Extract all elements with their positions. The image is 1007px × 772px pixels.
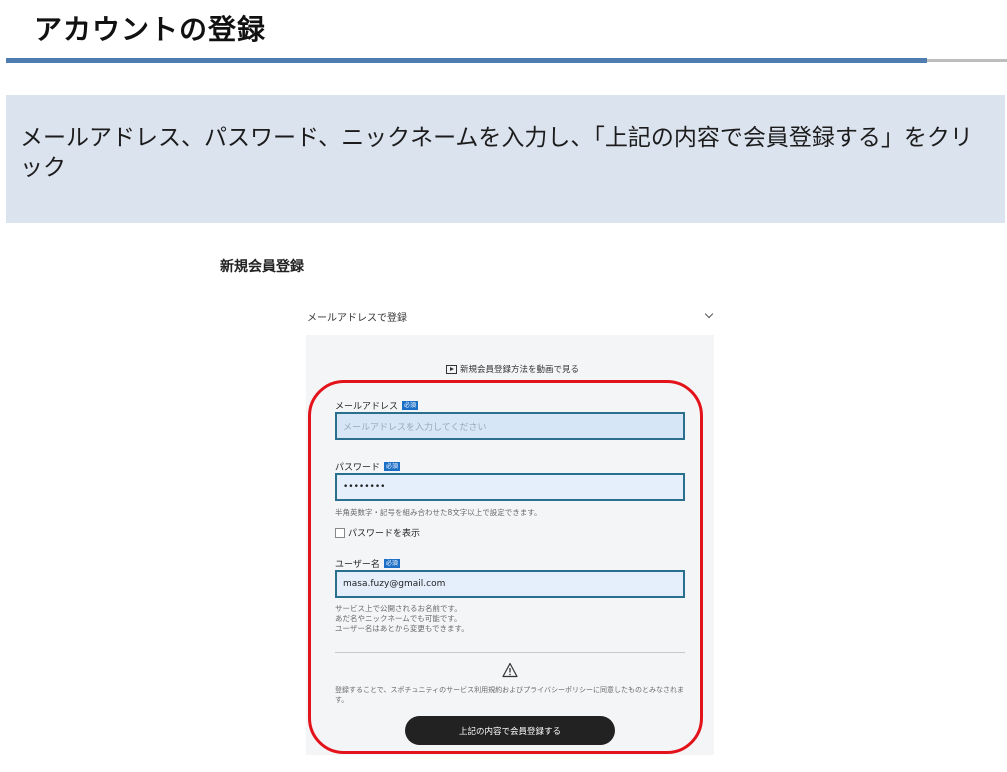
page-title: アカウントの登録 xyxy=(34,13,267,46)
video-guide-label: 新規会員登録方法を動画で見る xyxy=(460,365,580,375)
video-guide-link[interactable]: 新規会員登録方法を動画で見る xyxy=(446,363,579,375)
instruction-box: メールアドレス、パスワード、ニックネームを入力し、「上記の内容で会員登録する」を… xyxy=(6,95,1005,223)
play-icon xyxy=(446,364,457,374)
email-register-accordion[interactable]: メールアドレスで登録 xyxy=(306,305,714,329)
title-underline xyxy=(6,58,927,63)
accordion-label: メールアドレスで登録 xyxy=(307,313,407,324)
title-underline-grey xyxy=(927,59,1007,62)
instruction-text: メールアドレス、パスワード、ニックネームを入力し、「上記の内容で会員登録する」を… xyxy=(20,125,973,181)
highlight-annotation xyxy=(308,380,703,754)
registration-heading: 新規会員登録 xyxy=(220,259,304,275)
chevron-down-icon xyxy=(704,309,714,319)
